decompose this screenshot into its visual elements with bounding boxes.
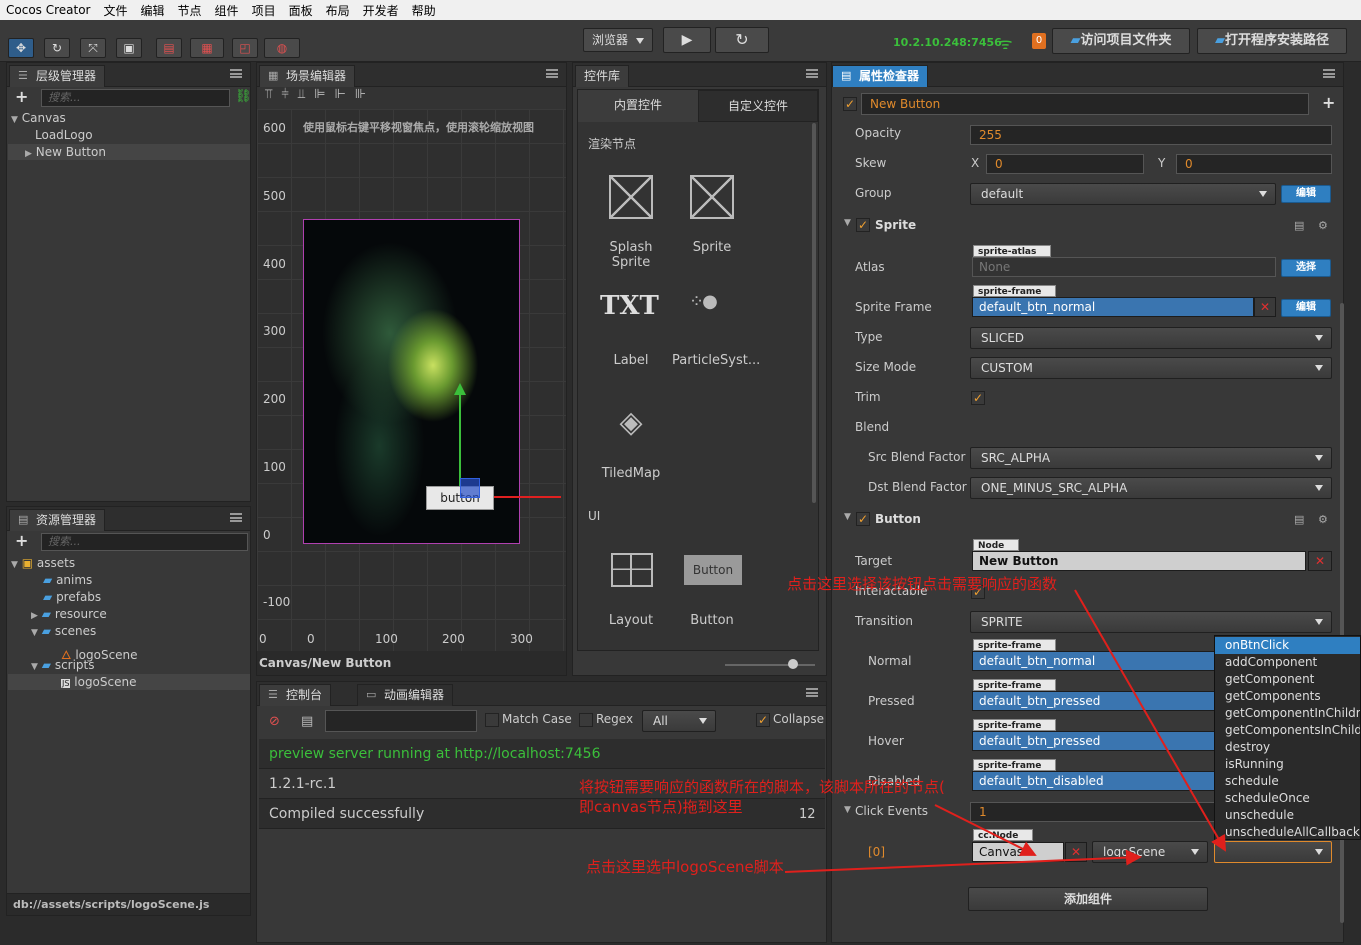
arrow-to-handler	[1074, 589, 1226, 852]
annotation-note: 点击这里选中logoScene脚本	[586, 858, 784, 876]
annotation-note: 将按钮需要响应的函数所在的脚本，该脚本所在的节点(	[579, 778, 945, 796]
annotation-note: 点击这里选择该按钮点击需要响应的函数	[787, 575, 1058, 593]
annotation-note: 即canvas节点)拖到这里	[579, 798, 743, 816]
arrow-to-component-select	[784, 849, 1142, 873]
arrow-to-node-field	[934, 804, 1037, 856]
